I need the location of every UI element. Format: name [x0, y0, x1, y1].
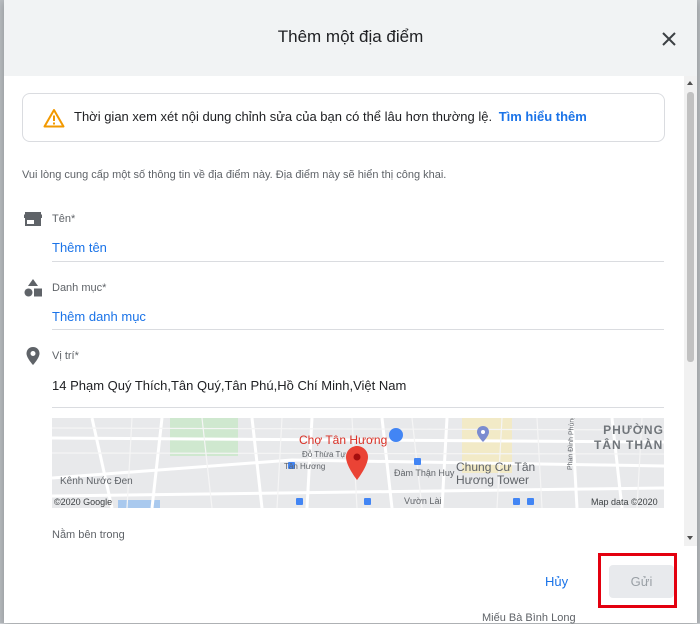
- map-copyright: ©2020 Google: [54, 497, 113, 507]
- close-icon: [662, 32, 676, 46]
- scroll-down-arrow[interactable]: [687, 536, 693, 540]
- dialog-header: Thêm một địa điểm: [4, 0, 697, 76]
- scroll-up-arrow[interactable]: [687, 81, 693, 85]
- map-data-credit: Map data ©2020: [591, 497, 658, 507]
- nearby-label: Nằm bên trong: [52, 529, 125, 541]
- dialog-body[interactable]: Thời gian xem xét nội dung chỉnh sửa của…: [4, 76, 684, 546]
- map-street-label: Đỗ Thừa Tự: [302, 450, 346, 459]
- dialog-title: Thêm một địa điểm: [277, 27, 424, 46]
- category-input[interactable]: Thêm danh mục: [52, 309, 146, 324]
- map-district-line: TÂN THÀNH: [594, 438, 664, 452]
- notice-message: Thời gian xem xét nội dung chỉnh sửa của…: [74, 109, 493, 124]
- map-poi-apartment-line: Hương Tower: [456, 473, 530, 487]
- name-underline: [52, 261, 664, 262]
- intro-text: Vui lòng cung cấp một số thông tin về đị…: [22, 169, 447, 181]
- shapes-icon: [24, 279, 42, 297]
- close-button[interactable]: [656, 26, 682, 52]
- map-poi-apartment-line: Chung Cư Tân: [456, 460, 536, 474]
- map-street-label: Tân Hương: [284, 462, 326, 471]
- location-underline: [52, 407, 664, 408]
- scroll-thumb[interactable]: [687, 92, 694, 362]
- map-street-label: Vườn Lài: [404, 496, 442, 506]
- background-map-label: Miếu Bà Bình Long: [482, 612, 576, 624]
- cancel-button[interactable]: Hủy: [545, 574, 568, 589]
- map-poi-apartment: Chung Cư Tân Hương Tower: [456, 461, 535, 487]
- add-place-dialog: Thêm một địa điểm Thời gian xem xét nội …: [4, 0, 697, 623]
- storefront-icon: [24, 212, 42, 226]
- location-input[interactable]: 14 Phạm Quý Thích,Tân Quý,Tân Phú,Hồ Chí…: [52, 378, 406, 393]
- location-map[interactable]: Chợ Tân Hương Đỗ Thừa Tự Tân Hương Kênh …: [52, 418, 664, 508]
- category-label: Danh mục*: [52, 282, 107, 294]
- category-underline: [52, 329, 664, 330]
- location-label: Vị trí*: [52, 350, 79, 362]
- map-street-label: Đàm Thận Huy: [394, 468, 455, 478]
- warning-icon: [43, 109, 65, 128]
- map-street-label: Kênh Nước Đen: [60, 476, 133, 487]
- location-pin-icon: [26, 347, 40, 365]
- map-district-line: PHƯỜNG: [603, 423, 664, 437]
- map-poi-market: Chợ Tân Hương: [299, 433, 388, 447]
- notice-text: Thời gian xem xét nội dung chỉnh sửa của…: [74, 109, 587, 124]
- name-input[interactable]: Thêm tên: [52, 240, 107, 255]
- submit-highlight-box: [598, 553, 677, 608]
- map-district-label: PHƯỜNGTÂN THÀNH: [594, 423, 664, 453]
- dialog-scrollbar[interactable]: [684, 76, 697, 546]
- name-label: Tên*: [52, 213, 76, 225]
- learn-more-link[interactable]: Tìm hiểu thêm: [499, 109, 587, 124]
- review-notice: Thời gian xem xét nội dung chỉnh sửa của…: [22, 93, 665, 142]
